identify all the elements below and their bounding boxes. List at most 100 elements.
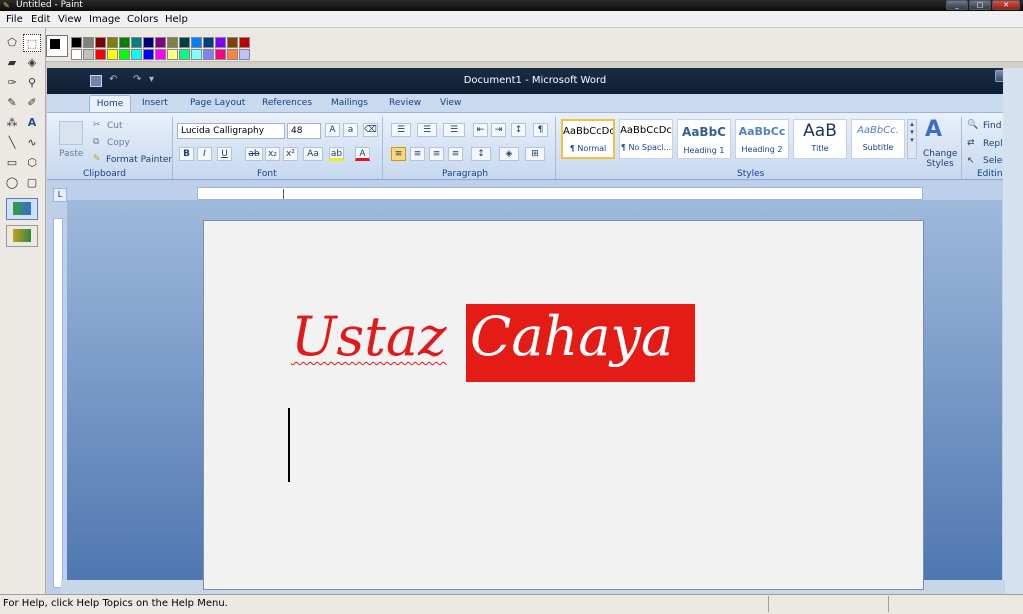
color-swatch[interactable] [155,37,166,48]
maximize-button[interactable]: □ [969,0,991,10]
color-swatch[interactable] [203,37,214,48]
ellipse-tool-icon[interactable]: ◯ [3,174,21,192]
magnifier-tool-icon[interactable]: ⚲ [23,74,41,92]
transparency-option-opaque[interactable] [6,198,38,220]
group-separator [382,117,383,179]
fill-tool-icon[interactable]: ◈ [23,54,41,72]
tab-insert: Insert [142,98,168,108]
color-swatch[interactable] [83,37,94,48]
paste-icon [59,121,83,145]
find-label: Find [983,121,1002,131]
text-cursor [288,408,290,482]
color-swatch[interactable] [179,49,190,60]
canvas-image-word-window[interactable]: Document1 - Microsoft Word ↶ ↷ ▾ Home In… [47,68,1023,594]
brush-tool-icon[interactable]: ✐ [23,94,41,112]
eraser-tool-icon[interactable]: ▰ [3,54,21,72]
color-swatch[interactable] [239,49,250,60]
pencil-tool-icon[interactable]: ✎ [3,94,21,112]
menu-image[interactable]: Image [89,14,120,25]
underline-icon: U [217,147,232,161]
color-swatch[interactable] [83,49,94,60]
foreground-color [50,39,60,49]
menu-colors[interactable]: Colors [127,14,158,25]
color-swatch[interactable] [191,37,202,48]
color-swatch[interactable] [167,49,178,60]
color-swatch[interactable] [143,49,154,60]
style-name: ¶ Normal [569,144,607,153]
color-swatch[interactable] [107,37,118,48]
align-right-icon: ≡ [429,147,444,161]
airbrush-tool-icon[interactable]: ⁂ [3,114,21,132]
menu-edit[interactable]: Edit [31,14,50,25]
curve-tool-icon[interactable]: ∿ [23,134,41,152]
style-name: Title [811,144,829,153]
minimize-button[interactable]: _ [946,0,968,10]
save-icon [90,75,102,87]
rectangle-tool-icon[interactable]: ▭ [3,154,21,172]
color-swatch[interactable] [119,37,130,48]
color-swatch[interactable] [215,49,226,60]
horizontal-ruler [197,187,923,200]
grow-font-icon: A [325,123,340,137]
clipboard-group-label: Clipboard [83,169,126,179]
color-swatch[interactable] [191,49,202,60]
document-page [203,220,924,590]
color-swatch[interactable] [203,49,214,60]
copy-icon: ⧉ [93,137,100,147]
shrink-font-icon: a [343,123,358,137]
text-tool-icon[interactable]: A [23,114,41,132]
rect-select-tool-icon[interactable]: ⬚ [23,34,41,52]
close-button[interactable]: ✕ [992,0,1020,10]
group-separator [961,117,962,179]
style-sample: AaBbC [682,125,726,139]
find-icon: 🔍 [967,120,979,130]
group-separator [555,117,556,179]
bold-icon: B [179,147,194,161]
color-swatch[interactable] [227,49,238,60]
bullets-icon: ☰ [391,123,411,137]
color-swatch[interactable] [167,37,178,48]
color-swatch[interactable] [71,49,82,60]
style-name: Subtitle [862,143,894,152]
color-swatch[interactable] [131,49,142,60]
align-left-icon: ≡ [391,147,406,161]
color-swatch[interactable] [179,37,190,48]
status-bar: For Help, click Help Topics on the Help … [0,594,1023,614]
color-swatch[interactable] [239,37,250,48]
show-marks-icon: ¶ [533,123,548,137]
free-select-tool-icon[interactable]: ⬠ [3,34,21,52]
numbering-icon: ☰ [417,123,437,137]
style-name: Heading 1 [683,146,725,155]
color-swatch[interactable] [155,49,166,60]
style-sample: AaBbCcDc [563,126,613,137]
color-swatch[interactable] [119,49,130,60]
menu-help[interactable]: Help [165,14,188,25]
change-styles-label: Change Styles [923,149,958,169]
copy-label: Copy [107,138,130,148]
superscript-icon: x² [283,147,298,161]
color-swatch[interactable] [95,37,106,48]
color-swatch[interactable] [71,37,82,48]
menu-view[interactable]: View [58,14,82,25]
tab-selector-icon: L [53,188,67,202]
transparency-option-transparent[interactable] [6,225,38,247]
color-swatch[interactable] [215,37,226,48]
undo-icon: ↶ [109,74,118,85]
color-swatch[interactable] [95,49,106,60]
rounded-rect-tool-icon[interactable]: ▢ [23,174,41,192]
strikethrough-icon: ab [245,147,263,161]
window-title: Untitled - Paint [16,0,83,10]
color-swatch[interactable] [107,49,118,60]
polygon-tool-icon[interactable]: ⬡ [23,154,41,172]
line-tool-icon[interactable]: ╲ [3,134,21,152]
color-swatch[interactable] [131,37,142,48]
color-swatch[interactable] [227,37,238,48]
document-text-cahaya: Cahaya [470,305,674,368]
style-heading-1: AaBbC Heading 1 [677,119,731,159]
font-group-label: Font [257,169,277,179]
color-swatch[interactable] [143,37,154,48]
style-normal: AaBbCcDc ¶ Normal [561,119,615,159]
picker-tool-icon[interactable]: ✑ [3,74,21,92]
menu-file[interactable]: File [6,14,23,25]
paragraph-group-label: Paragraph [442,169,489,179]
